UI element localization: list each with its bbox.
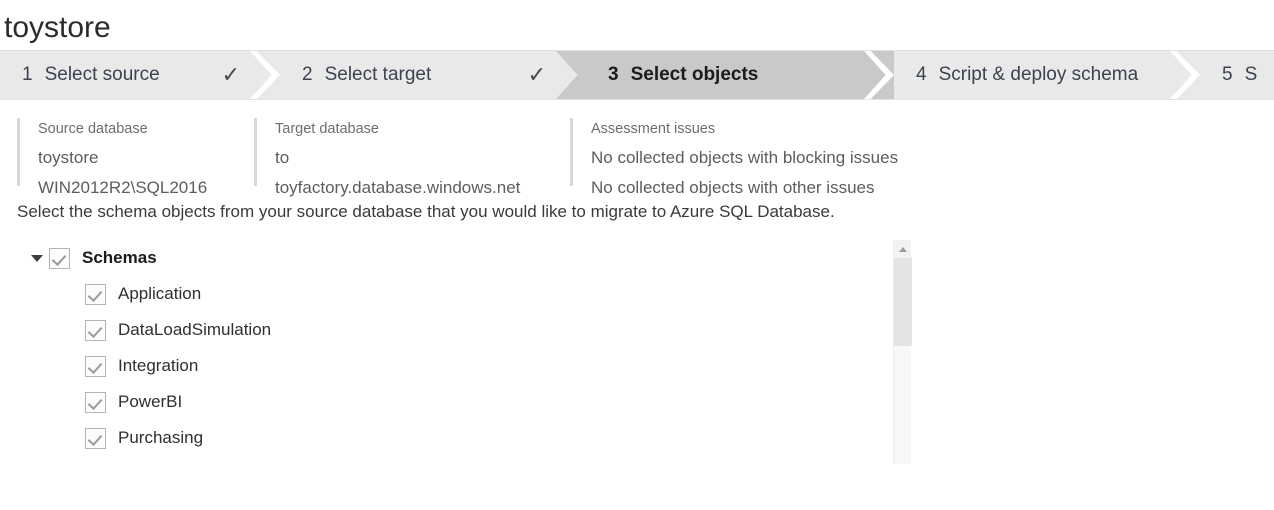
summary-blocking-issues: No collected objects with blocking issue… — [591, 148, 899, 167]
wizard-step-3[interactable]: 3 Select objects — [586, 51, 864, 99]
step-chevron-separator-3 — [864, 51, 894, 99]
tree-node-dataloadsimulation[interactable]: DataLoadSimulation — [17, 312, 893, 348]
checkbox-dataloadsimulation[interactable] — [85, 319, 106, 341]
wizard-step-3-label: Select objects — [630, 64, 759, 85]
wizard-step-3-number: 3 — [608, 64, 619, 85]
tree-node-purchasing[interactable]: Purchasing — [17, 420, 893, 456]
summary-target-server: toyfactory.database.windows.net — [275, 178, 521, 197]
wizard-step-1-label: Select source — [44, 64, 160, 85]
chevron-down-icon[interactable] — [25, 254, 49, 262]
summary-assessment-heading: Assessment issues — [591, 121, 716, 137]
wizard-step-4[interactable]: 4 Script & deploy schema — [894, 51, 1170, 99]
wizard-step-4-label: Script & deploy schema — [938, 64, 1139, 85]
checkmark-icon: ✓ — [527, 62, 546, 87]
tree-node-schemas[interactable]: Schemas — [17, 240, 893, 276]
wizard-step-1[interactable]: 1 Select source ✓ — [0, 51, 250, 99]
checkbox-powerbi[interactable] — [85, 391, 106, 413]
step-chevron-separator-1 — [250, 51, 280, 99]
checkbox-application[interactable] — [85, 283, 106, 305]
scrollbar-thumb[interactable] — [894, 258, 912, 346]
summary-source-database: Source database toystore WIN2012R2\SQL20… — [17, 118, 254, 197]
summary-target-heading: Target database — [275, 121, 379, 137]
scroll-up-arrow-icon[interactable] — [894, 240, 911, 258]
tree-node-label: PowerBI — [118, 392, 183, 411]
summary-source-name: toystore — [38, 148, 99, 167]
schema-object-tree: Schemas Application DataLoadSimulation I… — [17, 240, 912, 464]
tree-node-label: Integration — [118, 356, 199, 375]
wizard-step-bar: 1 Select source ✓ 2 Select target ✓ 3 Se… — [0, 51, 1274, 99]
tree-node-label: DataLoadSimulation — [118, 320, 272, 339]
summary-other-issues: No collected objects with other issues — [591, 178, 875, 197]
summary-source-server: WIN2012R2\SQL2016 — [38, 178, 208, 197]
tree-node-integration[interactable]: Integration — [17, 348, 893, 384]
tree-content: Schemas Application DataLoadSimulation I… — [17, 240, 893, 464]
wizard-step-5[interactable]: 5 S — [1200, 51, 1274, 99]
tree-node-label: Application — [118, 284, 202, 303]
wizard-step-2-label: Select target — [324, 64, 432, 85]
summary-assessment-issues: Assessment issues No collected objects w… — [570, 118, 899, 197]
checkbox-integration[interactable] — [85, 355, 106, 377]
tree-node-label: Schemas — [82, 248, 157, 267]
wizard-step-2[interactable]: 2 Select target ✓ — [280, 51, 556, 99]
tree-node-label: Purchasing — [118, 428, 204, 447]
wizard-step-5-number: 5 — [1222, 64, 1233, 85]
summary-target-database: Target database to toyfactory.database.w… — [254, 118, 570, 197]
tree-node-powerbi[interactable]: PowerBI — [17, 384, 893, 420]
tree-node-application[interactable]: Application — [17, 276, 893, 312]
summary-target-name: to — [275, 148, 290, 167]
summary-panel: Source database toystore WIN2012R2\SQL20… — [0, 100, 1274, 197]
page-title: toystore — [4, 11, 111, 44]
wizard-step-4-number: 4 — [916, 64, 927, 85]
step-chevron-separator-2 — [556, 51, 586, 99]
checkbox-partial[interactable] — [85, 463, 106, 464]
checkbox-schemas[interactable] — [49, 247, 70, 269]
checkbox-purchasing[interactable] — [85, 427, 106, 449]
wizard-step-5-label: S — [1244, 64, 1258, 85]
summary-source-heading: Source database — [38, 121, 148, 137]
tree-node-partial[interactable] — [17, 456, 893, 464]
checkmark-icon: ✓ — [221, 62, 240, 87]
step-chevron-separator-4 — [1170, 51, 1200, 99]
tree-scrollbar[interactable] — [893, 240, 912, 464]
wizard-step-1-number: 1 — [22, 64, 33, 85]
wizard-step-2-number: 2 — [302, 64, 313, 85]
